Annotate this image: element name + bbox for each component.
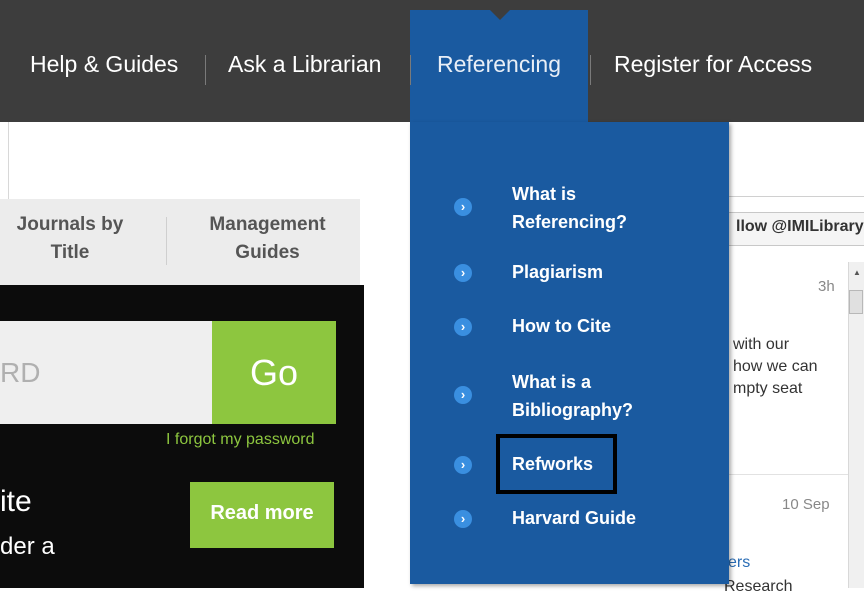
menu-item-how-to-cite[interactable]: › How to Cite — [410, 312, 729, 342]
active-tab-indicator — [490, 10, 510, 20]
promo-title: ite — [0, 485, 32, 518]
follow-button-label: llow @IMILibrary — [736, 218, 864, 235]
menu-item-what-is-bibliography[interactable]: › What is a Bibliography? — [410, 366, 729, 426]
chevron-right-icon: › — [454, 510, 472, 528]
menu-item-what-is-referencing[interactable]: › What is Referencing? — [410, 178, 729, 238]
read-more-button[interactable]: Read more — [190, 482, 334, 548]
menu-item-harvard-guide[interactable]: › Harvard Guide — [410, 504, 729, 534]
menu-item-label: Plagiarism — [512, 262, 604, 282]
chevron-right-icon: › — [454, 386, 472, 404]
nav-separator — [410, 55, 411, 85]
tweet-text: with our how we can mpty seat — [733, 336, 818, 397]
chevron-right-icon: › — [454, 198, 472, 216]
menu-item-label: Harvard Guide — [512, 508, 637, 528]
menu-item-label: What is Referencing? — [512, 184, 628, 232]
chevron-right-icon: › — [454, 264, 472, 282]
nav-separator — [590, 55, 591, 85]
tab-divider — [166, 217, 167, 265]
tweet-timeline — [726, 262, 849, 588]
tweet-link[interactable]: ers — [728, 554, 750, 572]
chevron-right-icon: › — [454, 456, 472, 474]
forgot-password-link[interactable]: I forgot my password — [166, 431, 315, 449]
menu-item-label: How to Cite — [512, 316, 611, 336]
nav-referencing[interactable]: Referencing — [437, 51, 561, 78]
tweet-timestamp[interactable]: 10 Sep — [782, 496, 830, 513]
nav-separator — [205, 55, 206, 85]
tab-management-guides[interactable]: Management Guides — [180, 211, 355, 267]
scrollbar-thumb[interactable] — [849, 290, 863, 314]
refworks-highlight-box — [496, 434, 617, 494]
nav-help-guides[interactable]: Help & Guides — [30, 51, 178, 78]
top-navigation: Help & Guides Ask a Librarian Referencin… — [0, 0, 864, 122]
tab-journals-by-title[interactable]: Journals by Title — [0, 211, 140, 267]
go-button[interactable]: Go — [212, 321, 336, 424]
nav-ask-librarian[interactable]: Ask a Librarian — [228, 51, 381, 78]
menu-item-label: What is a Bibliography? — [512, 372, 633, 420]
menu-item-plagiarism[interactable]: › Plagiarism — [410, 258, 729, 288]
tweet-text: Research — [724, 578, 793, 595]
scroll-up-arrow-icon[interactable]: ▲ — [853, 268, 861, 277]
chevron-right-icon: › — [454, 318, 472, 336]
nav-register-access[interactable]: Register for Access — [614, 51, 812, 78]
widget-divider — [726, 196, 864, 197]
search-panel: RD Go I forgot my password ite der a Rea… — [0, 285, 364, 588]
referencing-dropdown-menu: › What is Referencing? › Plagiarism › Ho… — [410, 122, 729, 584]
tweet-divider — [727, 474, 848, 475]
search-input-text: RD — [0, 357, 41, 388]
tweet-timestamp[interactable]: 3h — [818, 278, 835, 295]
promo-subtitle: der a — [0, 533, 55, 560]
resource-tabs: Journals by Title Management Guides — [0, 199, 360, 285]
